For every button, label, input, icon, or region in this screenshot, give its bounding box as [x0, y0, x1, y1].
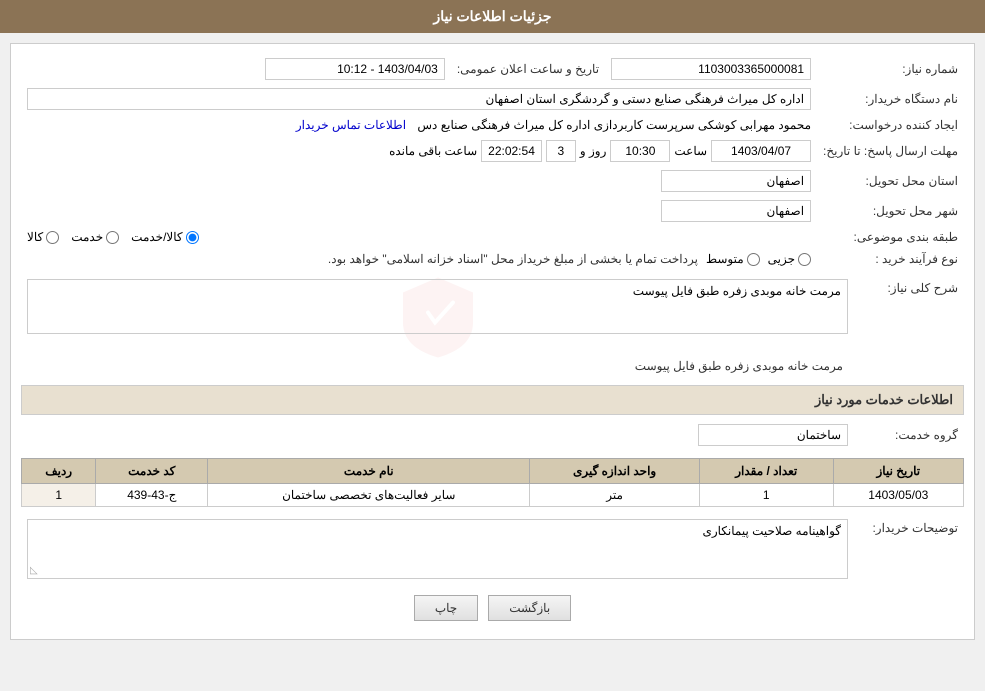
tabaqe-khedmat-label: خدمت	[71, 230, 103, 244]
mohlat-row: 1403/04/07 ساعت 10:30 روز و 3 22:02:54 س…	[27, 140, 811, 162]
radio-jozi[interactable]: جزیی	[768, 252, 811, 266]
radio-kala[interactable]: کالا	[27, 230, 59, 244]
tabaqe-label: طبقه بندی موضوعی:	[817, 226, 964, 248]
nam-dastgah-value: اداره کل میراث فرهنگی صنایع دستی و گردشگ…	[27, 88, 811, 110]
ijad-row: محمود مهرابی کوشکی سرپرست کاربردازی ادار…	[27, 118, 811, 132]
grooh-value: ساختمان	[698, 424, 848, 446]
radio-motavaset[interactable]: متوسط	[706, 252, 760, 266]
ostan-label: استان محل تحویل:	[817, 166, 964, 196]
ijad-label: ایجاد کننده درخواست:	[817, 114, 964, 136]
cell-tedad: 1	[699, 484, 833, 507]
cell-vahed: متر	[530, 484, 700, 507]
services-section-header: اطلاعات خدمات مورد نیاز	[21, 385, 964, 415]
mohlat-rooz-label: روز و	[580, 144, 607, 158]
mohlat-rooz: 3	[546, 140, 576, 162]
process-row: جزیی متوسط پرداخت تمام یا بخشی از مبلغ خ…	[27, 252, 811, 266]
grooh-label: گروه خدمت:	[854, 420, 964, 450]
col-vahed: واحد اندازه گیری	[530, 459, 700, 484]
print-button[interactable]: چاپ	[414, 595, 478, 621]
nooe-jozi-label: جزیی	[768, 252, 795, 266]
radio-kala-khedmat-input[interactable]	[186, 231, 199, 244]
shahr-value: اصفهان	[661, 200, 811, 222]
grooh-table: گروه خدمت: ساختمان	[21, 420, 964, 450]
shahr-label: شهر محل تحویل:	[817, 196, 964, 226]
col-kod-khedmat: کد خدمت	[96, 459, 208, 484]
radio-kala-input[interactable]	[46, 231, 59, 244]
mohlat-countdown: 22:02:54	[481, 140, 542, 162]
col-tedad: تعداد / مقدار	[699, 459, 833, 484]
tabaqe-kala-label: کالا	[27, 230, 43, 244]
shomara-niaz-value: 1103003365000081	[611, 58, 811, 80]
table-row: 1403/05/03 1 متر سایر فعالیت‌های تخصصی س…	[22, 484, 964, 507]
ijad-value: محمود مهرابی کوشکی سرپرست کاربردازی ادار…	[417, 118, 811, 132]
mohlat-label: مهلت ارسال پاسخ: تا تاریخ:	[817, 136, 964, 166]
main-content: شماره نیاز: 1103003365000081 تاریخ و ساع…	[10, 43, 975, 640]
radio-kala-khedmat[interactable]: کالا/خدمت	[131, 230, 198, 244]
cell-kod-khedmat: ج-43-439	[96, 484, 208, 507]
mohlat-saat: 10:30	[610, 140, 670, 162]
cell-nam-khedmat: سایر فعالیت‌های تخصصی ساختمان	[208, 484, 530, 507]
sharh-textarea[interactable]	[27, 279, 848, 334]
tozihat-table: توضیحات خریدار: گواهینامه صلاحیت پیمانکا…	[21, 515, 964, 583]
shomara-niaz-label: شماره نیاز:	[817, 54, 964, 84]
nooe-label: نوع فرآیند خرید :	[817, 248, 964, 270]
col-tarikh-niaz: تاریخ نیاز	[833, 459, 963, 484]
resize-handle: ◺	[30, 565, 38, 576]
page-wrapper: جزئیات اطلاعات نیاز شماره نیاز: 11030033…	[0, 0, 985, 640]
tozihat-box: گواهینامه صلاحیت پیمانکاری ◺	[27, 519, 848, 579]
cell-radif: 1	[22, 484, 96, 507]
nam-dastgah-label: نام دستگاه خریدار:	[817, 84, 964, 114]
page-title: جزئیات اطلاعات نیاز	[433, 8, 551, 24]
tozihat-value: گواهینامه صلاحیت پیمانکاری	[34, 524, 841, 538]
services-table: تاریخ نیاز تعداد / مقدار واحد اندازه گیر…	[21, 458, 964, 507]
radio-motavaset-input[interactable]	[747, 253, 760, 266]
tabaqe-kala-khedmat-label: کالا/خدمت	[131, 230, 182, 244]
radio-jozi-input[interactable]	[798, 253, 811, 266]
buttons-row: بازگشت چاپ	[21, 595, 964, 621]
cell-tarikh-niaz: 1403/05/03	[833, 484, 963, 507]
radio-khedmat[interactable]: خدمت	[71, 230, 119, 244]
mohlat-date: 1403/04/07	[711, 140, 811, 162]
ijad-link[interactable]: اطلاعات تماس خریدار	[296, 118, 406, 132]
sharh-value-display: مرمت خانه موبدی زفره طبق فایل پیوست	[27, 359, 848, 373]
tabaqe-radio-group: کالا/خدمت خدمت کالا	[27, 230, 811, 244]
page-header: جزئیات اطلاعات نیاز	[0, 0, 985, 33]
mohlat-remaining: ساعت باقی مانده	[389, 144, 477, 158]
tozihat-label: توضیحات خریدار:	[854, 515, 964, 583]
col-radif: ردیف	[22, 459, 96, 484]
col-nam-khedmat: نام خدمت	[208, 459, 530, 484]
sharh-table: شرح کلی نیاز: مرمت خانه موبدی زفره طبق ف…	[21, 275, 964, 377]
mohlat-saat-label: ساعت	[674, 144, 707, 158]
nooe-desc: پرداخت تمام یا بخشی از مبلغ خریداز محل "…	[328, 252, 698, 266]
ostan-value: اصفهان	[661, 170, 811, 192]
sharh-watermark-area	[27, 279, 848, 359]
radio-khedmat-input[interactable]	[106, 231, 119, 244]
sharh-label: شرح کلی نیاز:	[854, 275, 964, 377]
nooe-motavaset-label: متوسط	[706, 252, 744, 266]
back-button[interactable]: بازگشت	[488, 595, 571, 621]
tarikh-value: 1403/04/03 - 10:12	[265, 58, 445, 80]
info-table-top: شماره نیاز: 1103003365000081 تاریخ و ساع…	[21, 54, 964, 270]
tarikh-label: تاریخ و ساعت اعلان عمومی:	[451, 54, 605, 84]
